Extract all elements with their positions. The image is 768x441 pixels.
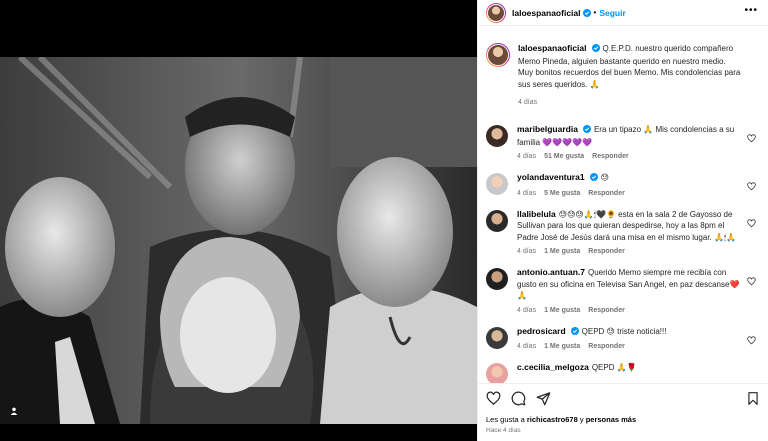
author-avatar-ring[interactable] bbox=[486, 2, 506, 23]
separator-dot: • bbox=[593, 8, 597, 17]
reply-button[interactable]: Responder bbox=[588, 248, 625, 255]
caption-age: 4 días bbox=[518, 99, 538, 106]
heart-icon[interactable] bbox=[747, 332, 756, 350]
verified-badge-icon bbox=[589, 173, 598, 185]
avatar[interactable] bbox=[486, 268, 508, 290]
verified-badge-icon bbox=[591, 44, 600, 56]
verified-badge-icon bbox=[582, 4, 591, 22]
heart-icon[interactable] bbox=[747, 130, 756, 148]
avatar bbox=[487, 3, 505, 22]
heart-icon[interactable] bbox=[747, 215, 756, 233]
comment-likes[interactable]: 5 Me gusta bbox=[544, 190, 580, 197]
likes-prefix: Les gusta a bbox=[486, 415, 525, 424]
comment-username[interactable]: pedrosicard bbox=[517, 326, 566, 336]
follow-button[interactable]: Seguir bbox=[599, 8, 625, 18]
comment-username[interactable]: llalibelula bbox=[517, 209, 556, 219]
comment-username[interactable]: yolandaventura1 bbox=[517, 172, 585, 182]
posted-ago: Hace 4 días bbox=[486, 427, 521, 434]
action-bar bbox=[486, 391, 760, 411]
comment-item: c.cecilia_melgoza QEPD 🙏🌹 bbox=[486, 362, 760, 383]
reply-button[interactable]: Responder bbox=[592, 153, 629, 160]
avatar[interactable] bbox=[486, 363, 508, 383]
comment-username[interactable]: antonio.antuan.7 bbox=[517, 267, 585, 277]
comment-age: 4 días bbox=[517, 306, 537, 314]
verified-badge-icon bbox=[582, 125, 591, 137]
likes-summary: Les gusta a richicastro678 y personas má… bbox=[486, 415, 760, 424]
comment-item: llalibelula 😓😓😓🙏🕯🖤🌻 esta en la sala 2 de … bbox=[486, 209, 760, 255]
comment-age: 4 días bbox=[517, 189, 537, 197]
comment-item: maribelguardia Era un tipazo 🙏 Mis condol… bbox=[486, 124, 760, 160]
comment-text: QEPD 😓 triste noticia!!! bbox=[581, 326, 667, 336]
comment-text: QEPD 🙏🌹 bbox=[591, 363, 637, 372]
tag-user-icon[interactable] bbox=[6, 403, 22, 419]
heart-icon[interactable] bbox=[486, 391, 501, 411]
post-side-panel: laloespanaoficial • Seguir ••• laloespan… bbox=[477, 0, 768, 441]
post-caption: laloespanaoficial Q.E.P.D. nuestro querid… bbox=[486, 43, 760, 106]
bookmark-icon[interactable] bbox=[746, 391, 760, 411]
more-options-icon[interactable]: ••• bbox=[744, 6, 758, 16]
share-icon[interactable] bbox=[536, 391, 551, 411]
post-modal: laloespanaoficial • Seguir ••• laloespan… bbox=[0, 0, 768, 441]
likes-others[interactable]: personas más bbox=[586, 415, 636, 424]
post-media-panel bbox=[0, 0, 477, 441]
post-photo[interactable] bbox=[0, 57, 477, 424]
reply-button[interactable]: Responder bbox=[588, 343, 625, 350]
reply-button[interactable]: Responder bbox=[588, 307, 625, 314]
comment-age: 4 días bbox=[517, 343, 537, 350]
comments-list[interactable]: laloespanaoficial Q.E.P.D. nuestro querid… bbox=[478, 38, 768, 383]
comment-likes[interactable]: 1 Me gusta bbox=[544, 307, 580, 314]
avatar[interactable] bbox=[486, 209, 508, 232]
post-footer: Les gusta a richicastro678 y personas má… bbox=[478, 383, 768, 441]
comment-text: 😓 bbox=[600, 173, 609, 182]
comment-icon[interactable] bbox=[511, 391, 526, 411]
comment-likes[interactable]: 1 Me gusta bbox=[544, 248, 580, 255]
likes-suffix: y bbox=[579, 415, 584, 424]
reply-button[interactable]: Responder bbox=[588, 190, 625, 197]
verified-badge-icon bbox=[570, 326, 579, 339]
comment-item: pedrosicard QEPD 😓 triste noticia!!! 4 dí… bbox=[486, 326, 760, 350]
comment-age: 4 días bbox=[517, 153, 537, 160]
heart-icon[interactable] bbox=[747, 273, 756, 291]
comment-likes[interactable]: 51 Me gusta bbox=[544, 153, 584, 160]
caption-username[interactable]: laloespanaoficial bbox=[518, 43, 587, 53]
post-header: laloespanaoficial • Seguir ••• bbox=[478, 0, 768, 26]
avatar[interactable] bbox=[486, 125, 508, 147]
comment-item: antonio.antuan.7 Querido Memo siempre me … bbox=[486, 267, 760, 314]
comment-item: yolandaventura1 😓 4 días 5 Me gusta Respond… bbox=[486, 172, 760, 197]
avatar[interactable] bbox=[486, 173, 508, 195]
author-username[interactable]: laloespanaoficial bbox=[512, 8, 581, 18]
comment-username[interactable]: c.cecilia_melgoza bbox=[517, 362, 589, 372]
heart-icon[interactable] bbox=[747, 178, 756, 196]
comment-username[interactable]: maribelguardia bbox=[517, 124, 578, 134]
comment-age: 4 días bbox=[517, 248, 537, 255]
author-avatar-ring[interactable] bbox=[486, 43, 510, 67]
avatar bbox=[487, 44, 509, 66]
avatar[interactable] bbox=[486, 326, 508, 349]
likes-user[interactable]: richicastro678 bbox=[527, 415, 578, 424]
comment-likes[interactable]: 1 Me gusta bbox=[544, 343, 580, 350]
